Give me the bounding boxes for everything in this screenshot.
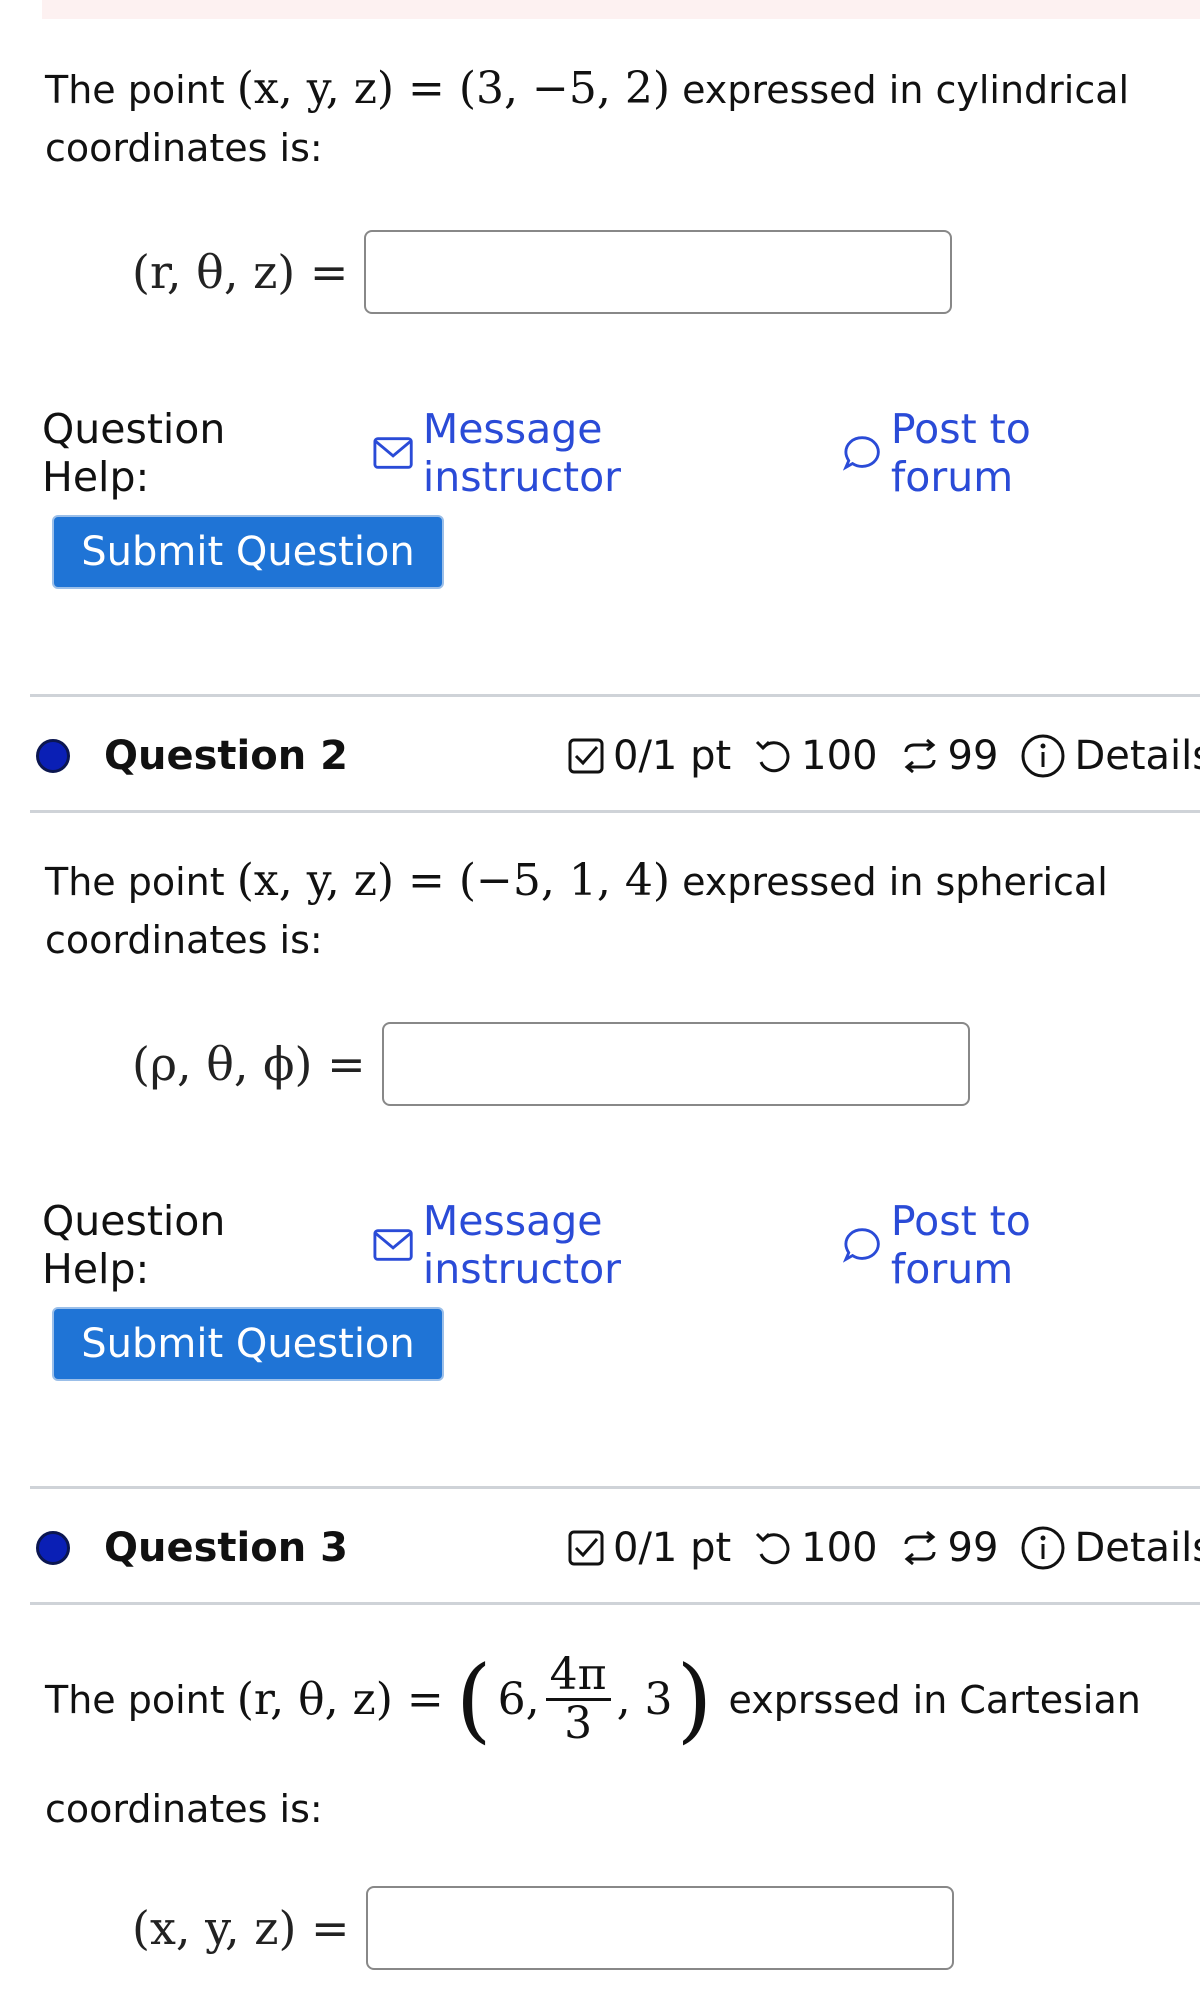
q2-submit-button[interactable]: Submit Question xyxy=(52,1307,444,1381)
q3-details-link[interactable]: Details xyxy=(1020,1525,1200,1571)
chat-bubble-icon xyxy=(842,1228,880,1263)
q2-attempts-text: 99 xyxy=(947,733,999,779)
q2-forum-label: Post to forum xyxy=(890,1197,1031,1293)
q2-title: Question 2 xyxy=(104,733,348,779)
q3-points-text: 0/1 pt xyxy=(613,1525,732,1571)
q3-details-text: Details xyxy=(1074,1525,1200,1571)
undo-icon xyxy=(756,740,790,773)
q3-attempts: 99 xyxy=(900,1525,999,1571)
q1-answer-input[interactable] xyxy=(364,230,953,314)
q3-attempts-text: 99 xyxy=(947,1525,999,1571)
q1-prompt-text: The point xyxy=(45,68,237,112)
info-icon xyxy=(1021,734,1065,778)
checkbox-icon xyxy=(568,738,604,774)
q2-answer-input[interactable] xyxy=(381,1022,970,1106)
q3-prompt: The point (r, θ, z) = ( 6, 4π 3 , 3 ) ex… xyxy=(45,1652,1165,1747)
q2-details-link[interactable]: Details xyxy=(1020,733,1200,779)
q2-retries: 100 xyxy=(753,733,878,779)
envelope-icon xyxy=(373,437,413,469)
q2-prompt: The point (x, y, z) = (−5, 1, 4) express… xyxy=(45,852,1165,969)
top-strip xyxy=(42,0,1200,19)
repeat-icon xyxy=(904,1530,936,1566)
q2-answer-label: (ρ, θ, ϕ) = xyxy=(132,1037,366,1091)
q2-message-label: Message instructor xyxy=(422,1197,622,1293)
q3-prompt-text-after: exprssed in Cartesian xyxy=(716,1677,1141,1722)
q2-post-to-forum-link[interactable]: Post to forum xyxy=(842,1197,1154,1293)
q2-header: Question 2 0/1 pt 100 99 Details xyxy=(30,716,1200,796)
q3-title: Question 3 xyxy=(104,1525,348,1571)
q3-prompt-math-a: 6, xyxy=(497,1673,540,1725)
q2-message-instructor-link[interactable]: Message instructor xyxy=(373,1197,797,1293)
q3-retries: 100 xyxy=(753,1525,878,1571)
q3-fraction-numerator: 4π xyxy=(545,1652,611,1701)
undo-icon xyxy=(756,1532,790,1565)
q1-post-to-forum-link[interactable]: Post to forum xyxy=(842,405,1154,501)
q3-prompt-text: The point xyxy=(45,1677,237,1722)
q3-prompt-math-b: , 3 xyxy=(616,1673,673,1725)
left-paren: ( xyxy=(455,1645,492,1753)
q2-answer-row: (ρ, θ, ϕ) = xyxy=(132,1022,970,1106)
q2-meta: 0/1 pt 100 99 Details xyxy=(567,733,1200,779)
q2-retries-text: 100 xyxy=(801,733,878,779)
q3-fraction-denominator: 3 xyxy=(564,1698,593,1749)
q2-help-row: Question Help: Message instructor Post t… xyxy=(42,1197,1200,1293)
divider xyxy=(30,1602,1200,1605)
q1-submit-button[interactable]: Submit Question xyxy=(52,515,444,589)
divider xyxy=(30,694,1200,697)
q2-help-label: Question Help: xyxy=(42,1197,226,1293)
q3-meta: 0/1 pt 100 99 Details xyxy=(567,1525,1200,1571)
envelope-icon xyxy=(373,1229,413,1261)
q3-header: Question 3 0/1 pt 100 99 Details xyxy=(30,1508,1200,1588)
chat-bubble-icon xyxy=(842,436,880,471)
checkbox-icon xyxy=(568,1530,604,1566)
q3-answer-row: (x, y, z) = xyxy=(132,1886,954,1970)
divider xyxy=(30,810,1200,813)
q2-details-text: Details xyxy=(1074,733,1200,779)
question-status-dot xyxy=(36,1531,70,1565)
info-icon xyxy=(1021,1526,1065,1570)
q1-answer-row: (r, θ, z) = xyxy=(132,230,953,314)
right-paren: ) xyxy=(676,1645,713,1753)
q3-fraction: 4π 3 xyxy=(545,1652,611,1749)
divider xyxy=(30,1486,1200,1489)
q1-forum-label: Post to forum xyxy=(890,405,1031,501)
q1-help-row: Question Help: Message instructor Post t… xyxy=(42,405,1200,501)
q2-prompt-math: (x, y, z) = (−5, 1, 4) xyxy=(236,855,671,906)
repeat-icon xyxy=(904,738,936,774)
q1-message-instructor-link[interactable]: Message instructor xyxy=(373,405,797,501)
q1-message-label: Message instructor xyxy=(422,405,622,501)
q3-answer-label: (x, y, z) = xyxy=(132,1901,350,1955)
q1-prompt-math: (x, y, z) = (3, −5, 2) xyxy=(236,63,671,114)
q3-answer-input[interactable] xyxy=(365,1886,954,1970)
q2-points: 0/1 pt xyxy=(567,733,731,779)
q3-retries-text: 100 xyxy=(801,1525,878,1571)
q3-prompt-math-lhs: (r, θ, z) = xyxy=(236,1673,444,1725)
q3-prompt-line2: coordinates is: xyxy=(45,1787,323,1831)
q1-help-label: Question Help: xyxy=(42,405,226,501)
q1-prompt: The point (x, y, z) = (3, −5, 2) express… xyxy=(45,60,1165,177)
question-status-dot xyxy=(36,739,70,773)
q2-prompt-text: The point xyxy=(45,860,237,904)
q1-answer-label: (r, θ, z) = xyxy=(132,245,349,299)
q2-points-text: 0/1 pt xyxy=(613,733,732,779)
q2-attempts: 99 xyxy=(900,733,999,779)
q3-points: 0/1 pt xyxy=(567,1525,731,1571)
